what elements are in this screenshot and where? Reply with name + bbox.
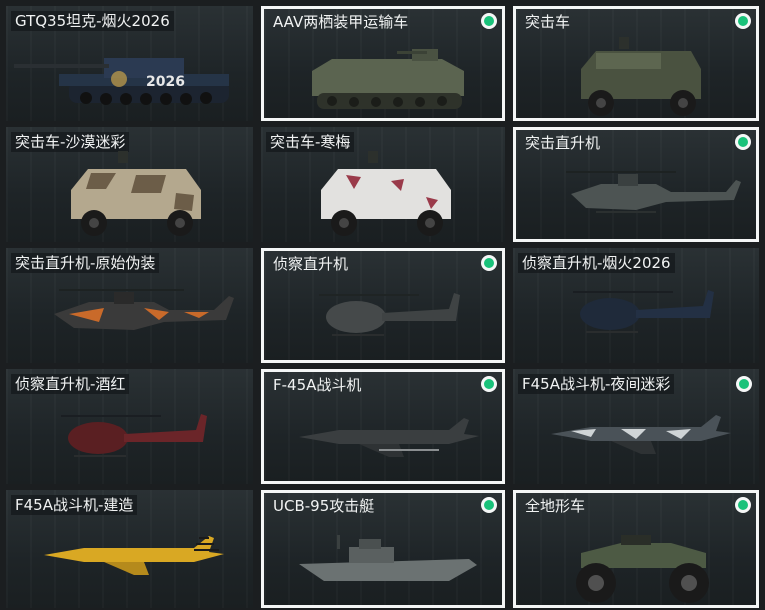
vehicle-label: UCB-95攻击艇	[273, 497, 375, 515]
attack-helicopter-icon	[54, 289, 234, 330]
vehicle-card-f45a-build[interactable]: F45A战斗机-建造	[6, 490, 253, 608]
tank-icon: 2026	[14, 58, 229, 105]
amphibious-vehicle-icon	[312, 49, 464, 109]
assault-vehicle-icon	[71, 151, 201, 236]
vehicle-card-scout-helicopter-fireworks[interactable]: 侦察直升机-烟火2026	[513, 248, 759, 363]
fighter-jet-icon	[551, 415, 731, 454]
fighter-jet-icon	[299, 418, 479, 457]
vehicle-card-f45a[interactable]: F-45A战斗机	[261, 369, 505, 484]
vehicle-card-attack-helicopter-camo[interactable]: 突击直升机-原始伪装	[6, 248, 253, 363]
owned-badge-icon	[735, 13, 751, 29]
vehicle-label: F45A战斗机-建造	[11, 495, 138, 515]
vehicle-label: GTQ35坦克-烟火2026	[11, 11, 174, 31]
vehicle-grid: GTQ35坦克-烟火2026 2026 AAV两栖装甲运输车 突击车 突击车-沙…	[0, 0, 765, 610]
vehicle-card-gtq35-fireworks[interactable]: GTQ35坦克-烟火2026 2026	[6, 6, 253, 121]
owned-badge-icon	[481, 13, 497, 29]
owned-badge-icon	[481, 376, 497, 392]
vehicle-card-assault-vehicle-desert[interactable]: 突击车-沙漠迷彩	[6, 127, 253, 242]
vehicle-label: 突击直升机-原始伪装	[11, 253, 160, 273]
scout-helicopter-icon	[573, 290, 714, 333]
vehicle-card-atv[interactable]: 全地形车	[513, 490, 759, 608]
vehicle-card-assault-vehicle[interactable]: 突击车	[513, 6, 759, 121]
attack-boat-icon	[299, 535, 477, 581]
vehicle-card-attack-helicopter[interactable]: 突击直升机	[513, 127, 759, 242]
vehicle-label: 侦察直升机-烟火2026	[518, 253, 675, 273]
tank-decal: 2026	[146, 74, 185, 90]
vehicle-card-f45a-night-camo[interactable]: F45A战斗机-夜间迷彩	[513, 369, 759, 484]
owned-badge-icon	[736, 376, 752, 392]
assault-vehicle-icon	[581, 37, 701, 116]
vehicle-label: 侦察直升机-酒红	[11, 374, 130, 394]
assault-vehicle-icon	[321, 151, 451, 236]
scout-helicopter-icon	[61, 414, 207, 457]
vehicle-label: 全地形车	[525, 497, 586, 515]
vehicle-card-assault-vehicle-plum[interactable]: 突击车-寒梅	[261, 127, 505, 242]
vehicle-label: F45A战斗机-夜间迷彩	[518, 374, 675, 394]
owned-badge-icon	[735, 134, 751, 150]
attack-helicopter-icon	[566, 171, 741, 213]
vehicle-label: 突击直升机	[525, 134, 601, 152]
owned-badge-icon	[481, 497, 497, 513]
owned-badge-icon	[481, 255, 497, 271]
scout-helicopter-icon	[319, 293, 460, 336]
vehicle-label: AAV两栖装甲运输车	[273, 13, 409, 31]
fighter-jet-icon	[44, 536, 224, 575]
atv-icon	[576, 535, 709, 603]
vehicle-label: 侦察直升机	[273, 255, 349, 273]
owned-badge-icon	[735, 497, 751, 513]
vehicle-card-aav[interactable]: AAV两栖装甲运输车	[261, 6, 505, 121]
vehicle-label: F-45A战斗机	[273, 376, 362, 394]
vehicle-card-scout-helicopter[interactable]: 侦察直升机	[261, 248, 505, 363]
vehicle-card-ucb95-boat[interactable]: UCB-95攻击艇	[261, 490, 505, 608]
vehicle-card-scout-helicopter-wine[interactable]: 侦察直升机-酒红	[6, 369, 253, 484]
